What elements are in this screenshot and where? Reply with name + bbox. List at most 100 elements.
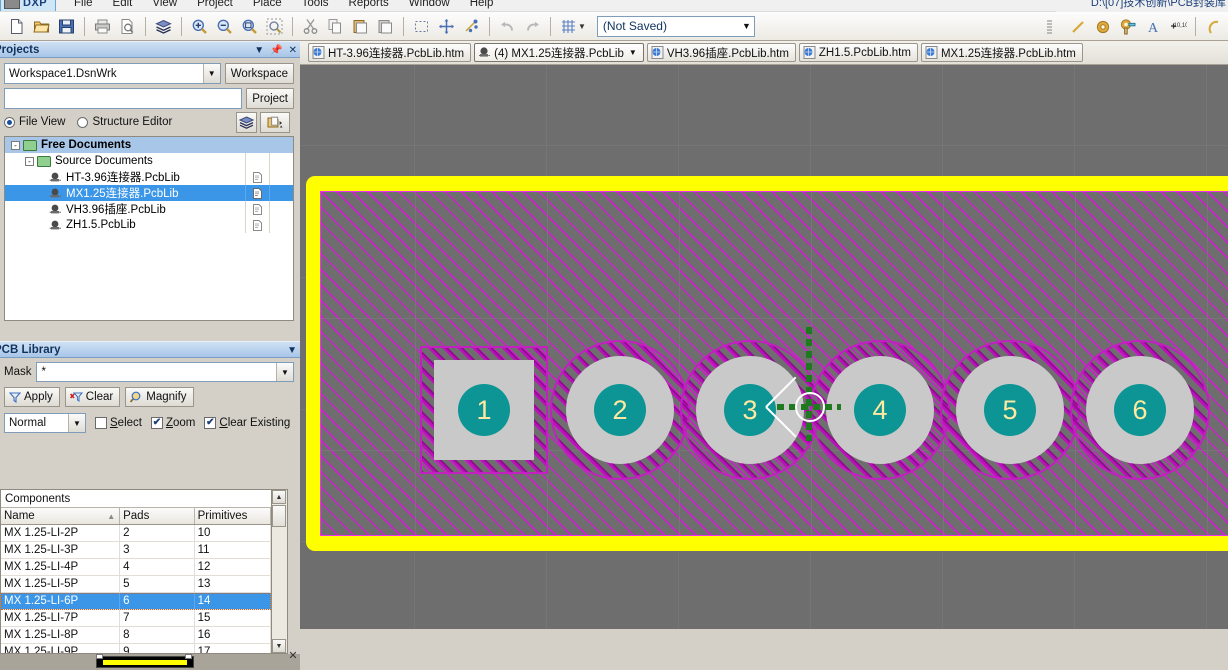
menu-item-reports[interactable]: Reports xyxy=(339,0,399,11)
pad-1[interactable]: 1 xyxy=(420,346,548,474)
open-folder-icon[interactable] xyxy=(30,15,53,38)
grid-icon[interactable] xyxy=(557,15,580,38)
select-checkbox-label[interactable]: Select xyxy=(110,417,142,429)
redo-icon[interactable] xyxy=(521,15,544,38)
workspace-combo[interactable]: Workspace1.DsnWrk ▼ xyxy=(4,63,221,84)
scroll-up-button[interactable]: ▲ xyxy=(272,490,286,504)
menu-item-edit[interactable]: Edit xyxy=(103,0,143,11)
components-scrollbar[interactable]: ▲ ▼ xyxy=(272,489,288,654)
menu-item-help[interactable]: Help xyxy=(460,0,504,11)
zoom-checkbox-label[interactable]: Zoom xyxy=(166,417,195,429)
new-document-icon[interactable] xyxy=(5,15,28,38)
panel-menu-caret-icon[interactable]: ▼ xyxy=(254,45,264,56)
clear-existing-checkbox-label[interactable]: Clear Existing xyxy=(219,417,290,429)
table-row[interactable]: MX 1.25-LI-7P 7 15 xyxy=(1,610,271,627)
tree-node-ht-3-96[interactable]: HT-3.96连接器.PcbLib xyxy=(5,169,293,185)
layers-button[interactable] xyxy=(236,111,257,133)
zoom-area-icon[interactable] xyxy=(263,15,286,38)
zoom-fit-icon[interactable] xyxy=(238,15,261,38)
menu-item-tools[interactable]: Tools xyxy=(292,0,339,11)
table-row[interactable]: MX 1.25-LI-8P 8 16 xyxy=(1,627,271,644)
print-preview-icon[interactable] xyxy=(116,15,139,38)
menu-item-view[interactable]: View xyxy=(142,0,187,11)
panel-splitter-handle[interactable]: ✕ xyxy=(286,641,300,670)
pad-4[interactable]: 4 xyxy=(810,340,950,480)
mode-combo[interactable]: Normal ▼ xyxy=(4,413,86,433)
pin-icon[interactable]: 📌 xyxy=(270,45,282,56)
table-row[interactable]: MX 1.25-LI-9P 9 17 xyxy=(1,644,271,653)
text-icon[interactable]: A xyxy=(1141,15,1164,38)
grid-dropdown-caret-icon[interactable]: ▼ xyxy=(578,22,586,31)
chevron-down-icon[interactable]: ▼ xyxy=(276,363,293,381)
line-icon[interactable] xyxy=(1066,15,1089,38)
pad-5[interactable]: 5 xyxy=(940,340,1080,480)
menu-item-place[interactable]: Place xyxy=(243,0,292,11)
project-button[interactable]: Project xyxy=(246,88,294,109)
scroll-down-button[interactable]: ▼ xyxy=(272,639,286,653)
table-row[interactable]: MX 1.25-LI-5P 5 13 xyxy=(1,576,271,593)
zoom-checkbox[interactable]: ✔ xyxy=(150,417,163,429)
column-header-primitives[interactable]: Primitives xyxy=(195,508,271,524)
open-project-button[interactable] xyxy=(260,111,290,133)
zoom-in-icon[interactable] xyxy=(188,15,211,38)
coordinate-icon[interactable]: 10,10 xyxy=(1166,15,1189,38)
menu-item-file[interactable]: File xyxy=(64,0,103,11)
cut-icon[interactable] xyxy=(299,15,322,38)
tab-mx1-25-htm[interactable]: MX1.25连接器.PcbLib.htm xyxy=(920,43,1083,62)
tree-node-vh3-96[interactable]: VH3.96插座.PcbLib xyxy=(5,201,293,217)
tab-ht-3-96[interactable]: HT-3.96连接器.PcbLib.htm xyxy=(308,43,472,62)
pad-6[interactable]: 6 xyxy=(1070,340,1210,480)
pad-2[interactable]: 2 xyxy=(550,340,690,480)
magnify-button[interactable]: Magnify xyxy=(125,387,194,407)
table-row[interactable]: MX 1.25-LI-3P 3 11 xyxy=(1,542,271,559)
paste-icon[interactable] xyxy=(349,15,372,38)
preview-handle-left[interactable] xyxy=(96,654,103,659)
pad-icon[interactable] xyxy=(1091,15,1114,38)
layers-icon[interactable] xyxy=(152,15,175,38)
scrollbar-thumb[interactable] xyxy=(272,505,286,527)
expander-icon[interactable]: - xyxy=(25,156,34,166)
arc-icon[interactable] xyxy=(1202,15,1225,38)
zoom-out-icon[interactable] xyxy=(213,15,236,38)
chevron-down-icon[interactable]: ▼ xyxy=(68,414,85,432)
pad-3[interactable]: 3 xyxy=(680,340,820,480)
apply-button[interactable]: Apply xyxy=(4,387,60,407)
select-area-icon[interactable] xyxy=(410,15,433,38)
tree-node-zh1-5[interactable]: ZH1.5.PcbLib xyxy=(5,217,293,233)
save-icon[interactable] xyxy=(55,15,78,38)
tab-mx1-25-pcblib[interactable]: (4) MX1.25连接器.PcbLib ▼ xyxy=(474,43,644,62)
pcb-canvas[interactable]: 1 2 3 4 5 6 xyxy=(300,41,1228,629)
paste-special-icon[interactable] xyxy=(374,15,397,38)
workspace-button[interactable]: Workspace xyxy=(224,63,294,84)
tree-node-free-documents[interactable]: - Free Documents xyxy=(5,137,293,153)
tab-zh1-5[interactable]: ZH1.5.PcbLib.htm xyxy=(798,43,918,62)
menu-item-project[interactable]: Project xyxy=(187,0,243,11)
table-row[interactable]: MX 1.25-LI-2P 2 10 xyxy=(1,525,271,542)
expander-icon[interactable]: - xyxy=(11,140,20,150)
radio-file-view[interactable]: File View xyxy=(4,116,65,128)
tree-node-source-documents[interactable]: - Source Documents xyxy=(5,153,293,169)
column-header-name[interactable]: Name ▲ xyxy=(1,508,121,524)
tree-node-mx1-25[interactable]: MX1.25连接器.PcbLib xyxy=(5,185,293,201)
table-row[interactable]: MX 1.25-LI-6P 6 14 xyxy=(1,593,271,610)
print-icon[interactable] xyxy=(91,15,114,38)
clear-existing-checkbox[interactable]: ✔ xyxy=(204,417,217,429)
copy-icon[interactable] xyxy=(324,15,347,38)
clear-button[interactable]: Clear xyxy=(64,387,121,407)
via-icon[interactable] xyxy=(1116,15,1139,38)
panel-menu-caret-icon[interactable]: ▼ xyxy=(287,345,297,356)
cross-probe-icon[interactable] xyxy=(460,15,483,38)
mask-input[interactable]: * ▼ xyxy=(36,362,294,382)
move-icon[interactable] xyxy=(435,15,458,38)
column-header-pads[interactable]: Pads xyxy=(120,508,195,524)
undo-icon[interactable] xyxy=(496,15,519,38)
preview-handle-right[interactable] xyxy=(185,654,192,659)
radio-structure-editor[interactable]: Structure Editor xyxy=(77,116,172,128)
ruler-icon[interactable] xyxy=(1041,15,1064,38)
chevron-down-icon[interactable]: ▼ xyxy=(629,48,637,57)
components-grid[interactable]: Components Name ▲ Pads Primitives MX 1.2… xyxy=(0,489,272,654)
close-icon[interactable]: ✕ xyxy=(289,45,297,56)
menu-item-window[interactable]: Window xyxy=(399,0,460,11)
app-badge[interactable]: DXP xyxy=(0,0,56,11)
tab-vh3-96[interactable]: VH3.96插座.PcbLib.htm xyxy=(646,43,796,62)
